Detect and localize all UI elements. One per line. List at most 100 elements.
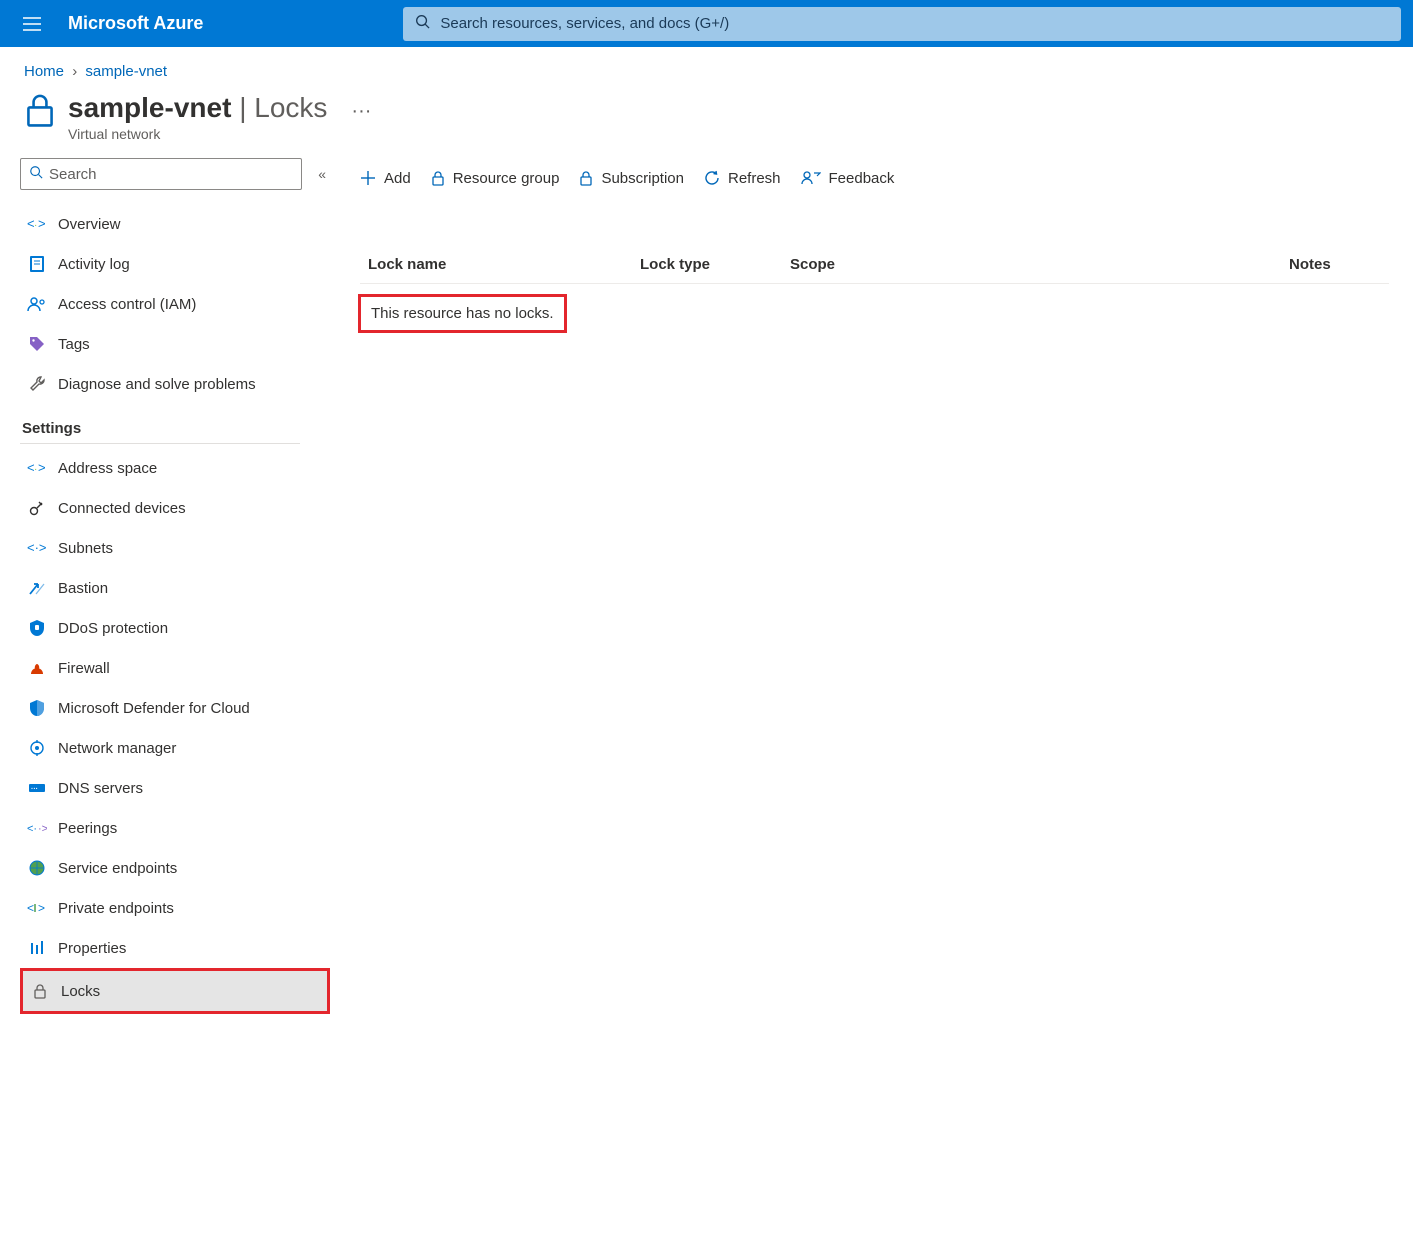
sidebar-item-address-space[interactable]: <·> Address space [20, 448, 330, 488]
sidebar-item-label: Peerings [58, 820, 117, 837]
locks-table: Lock name Lock type Scope Notes This res… [360, 246, 1389, 333]
sidebar-item-label: Address space [58, 460, 157, 477]
breadcrumb-current[interactable]: sample-vnet [85, 63, 167, 80]
refresh-icon [704, 170, 720, 186]
global-search-input[interactable] [440, 15, 1389, 32]
feedback-icon [801, 170, 821, 186]
sidebar-item-label: Locks [61, 983, 100, 1000]
cmd-label: Resource group [453, 170, 560, 187]
tag-icon [26, 333, 48, 355]
dns-icon: ··· [26, 777, 48, 799]
more-icon[interactable]: ··· [351, 100, 371, 123]
page-title: sample-vnet | Locks [68, 92, 327, 124]
subscription-button[interactable]: Subscription [579, 170, 684, 187]
sidebar-item-label: Subnets [58, 540, 113, 557]
lock-icon [431, 170, 445, 186]
cmd-label: Add [384, 170, 411, 187]
sidebar-item-diagnose[interactable]: Diagnose and solve problems [20, 364, 330, 404]
sidebar-item-service-endpoints[interactable]: Service endpoints [20, 848, 330, 888]
sidebar-item-connected-devices[interactable]: Connected devices [20, 488, 330, 528]
lock-icon [24, 92, 56, 133]
sidebar: « <·> Overview Activity log Access contr… [20, 158, 330, 1014]
highlight-locks-nav: Locks [20, 968, 330, 1014]
plug-icon [26, 497, 48, 519]
breadcrumb-home[interactable]: Home [24, 63, 64, 80]
sidebar-item-defender[interactable]: Microsoft Defender for Cloud [20, 688, 330, 728]
wrench-icon [26, 373, 48, 395]
plus-icon [360, 170, 376, 186]
vnet-icon: <·> [26, 213, 48, 235]
svg-text:·>: ·> [38, 823, 47, 835]
chevron-right-icon: › [72, 63, 77, 80]
sidebar-item-ddos[interactable]: DDoS protection [20, 608, 330, 648]
svg-text:·: · [34, 220, 37, 231]
log-icon [26, 253, 48, 275]
column-scope[interactable]: Scope [790, 256, 1289, 273]
sidebar-item-private-endpoints[interactable]: <> Private endpoints [20, 888, 330, 928]
sidebar-item-label: DDoS protection [58, 620, 168, 637]
add-button[interactable]: Add [360, 170, 411, 187]
resource-group-button[interactable]: Resource group [431, 170, 560, 187]
sidebar-item-subnets[interactable]: <·> Subnets [20, 528, 330, 568]
sidebar-item-label: Service endpoints [58, 860, 177, 877]
column-lock-type[interactable]: Lock type [640, 256, 790, 273]
sidebar-section-settings: Settings [20, 408, 300, 444]
search-icon [415, 14, 430, 34]
sidebar-item-activity-log[interactable]: Activity log [20, 244, 330, 284]
empty-message: This resource has no locks. [361, 297, 564, 330]
table-header-row: Lock name Lock type Scope Notes [360, 246, 1389, 284]
main-panel: Add Resource group Subscription Refresh … [330, 158, 1413, 1014]
sidebar-search[interactable] [20, 158, 302, 190]
sidebar-item-label: Microsoft Defender for Cloud [58, 700, 250, 717]
sidebar-item-dns[interactable]: ··· DNS servers [20, 768, 330, 808]
sidebar-item-firewall[interactable]: Firewall [20, 648, 330, 688]
cmd-label: Feedback [829, 170, 895, 187]
svg-text:·: · [34, 464, 37, 475]
top-bar: Microsoft Azure [0, 0, 1413, 47]
breadcrumb: Home › sample-vnet [0, 47, 1413, 84]
sidebar-item-label: Network manager [58, 740, 176, 757]
shield-icon [26, 617, 48, 639]
globe-icon [26, 857, 48, 879]
sidebar-item-tags[interactable]: Tags [20, 324, 330, 364]
brand-label[interactable]: Microsoft Azure [68, 13, 203, 34]
lock-icon [29, 980, 51, 1002]
cmd-label: Subscription [601, 170, 684, 187]
svg-text:<·>: <·> [27, 541, 47, 555]
svg-text:<: < [27, 901, 34, 915]
sidebar-item-properties[interactable]: Properties [20, 928, 330, 968]
sidebar-item-access-control[interactable]: Access control (IAM) [20, 284, 330, 324]
svg-text:>: > [38, 461, 46, 475]
search-icon [29, 165, 43, 184]
page-header: sample-vnet | Locks Virtual network ··· [0, 84, 1413, 158]
properties-icon [26, 937, 48, 959]
feedback-button[interactable]: Feedback [801, 170, 895, 187]
sidebar-item-label: DNS servers [58, 780, 143, 797]
sidebar-item-label: Bastion [58, 580, 108, 597]
gear-network-icon [26, 737, 48, 759]
svg-text:>: > [38, 901, 45, 915]
cmd-label: Refresh [728, 170, 781, 187]
global-search[interactable] [403, 7, 1401, 41]
svg-text:···: ··· [31, 786, 38, 793]
sidebar-item-bastion[interactable]: Bastion [20, 568, 330, 608]
column-notes[interactable]: Notes [1289, 256, 1389, 273]
sidebar-item-peerings[interactable]: <··> Peerings [20, 808, 330, 848]
sidebar-item-overview[interactable]: <·> Overview [20, 204, 330, 244]
svg-text:<·: <· [27, 823, 37, 835]
column-lock-name[interactable]: Lock name [360, 256, 640, 273]
highlight-empty-message: This resource has no locks. [358, 294, 567, 333]
svg-text:>: > [38, 217, 46, 231]
sidebar-search-input[interactable] [49, 166, 293, 183]
firewall-icon [26, 657, 48, 679]
command-bar: Add Resource group Subscription Refresh … [360, 158, 1389, 198]
refresh-button[interactable]: Refresh [704, 170, 781, 187]
private-endpoint-icon: <> [26, 897, 48, 919]
sidebar-item-locks[interactable]: Locks [23, 971, 327, 1011]
sidebar-item-label: Private endpoints [58, 900, 174, 917]
menu-icon[interactable] [12, 17, 52, 31]
sidebar-item-label: Access control (IAM) [58, 296, 196, 313]
collapse-icon[interactable]: « [314, 162, 330, 186]
sidebar-item-network-manager[interactable]: Network manager [20, 728, 330, 768]
sidebar-item-label: Activity log [58, 256, 130, 273]
